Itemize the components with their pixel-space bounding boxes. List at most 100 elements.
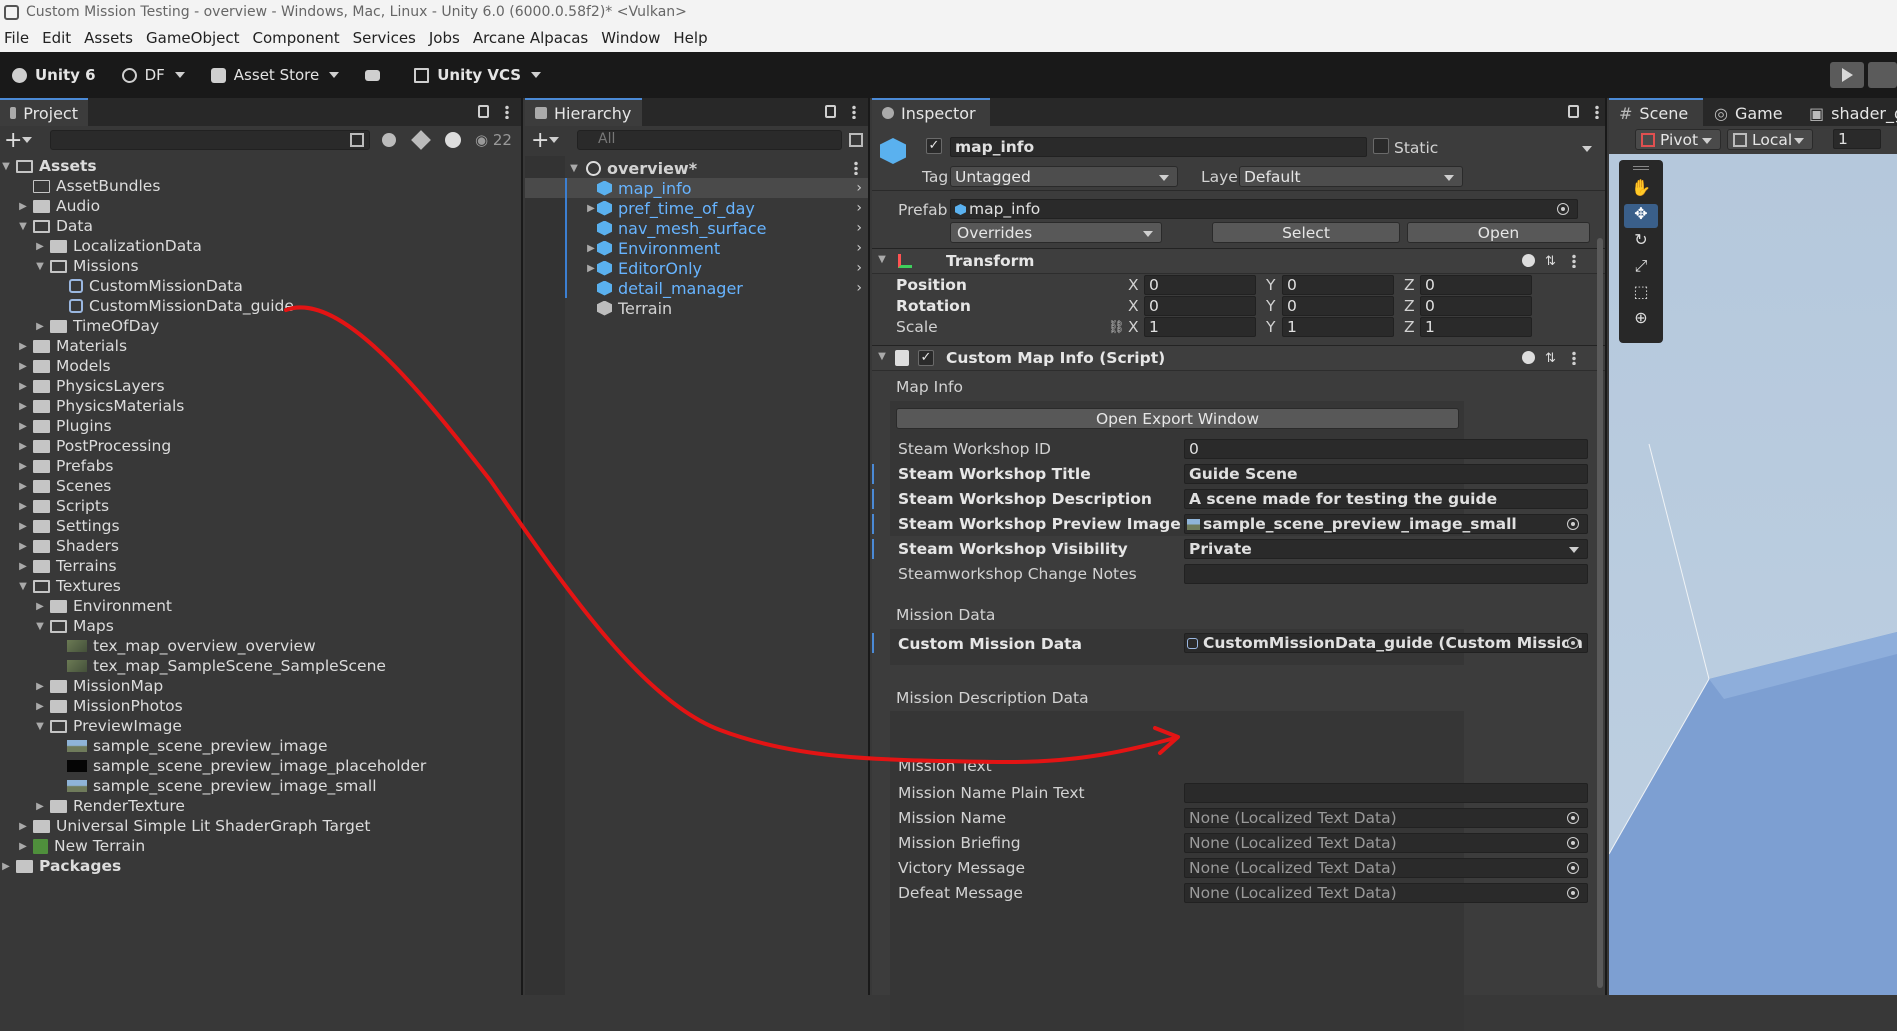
open-button[interactable]: Open (1407, 222, 1590, 243)
project-tree-item[interactable]: ▶Settings (0, 516, 521, 536)
expand-arrow-icon[interactable]: ▶ (17, 441, 29, 452)
project-tree-item[interactable]: ▶MissionMap (0, 676, 521, 696)
transform-y-field[interactable]: 0 (1282, 275, 1394, 295)
expand-arrow-icon[interactable]: ▶ (17, 521, 29, 532)
transform-z-field[interactable]: 1 (1420, 317, 1532, 337)
transform-tool-icon[interactable]: ⊕ (1624, 308, 1658, 332)
chevron-right-icon[interactable]: › (856, 260, 862, 276)
expand-arrow-icon[interactable]: ▶ (17, 481, 29, 492)
project-tree-item[interactable]: ▶Plugins (0, 416, 521, 436)
hierarchy-item[interactable]: ▶Environment› (525, 238, 868, 258)
object-picker-icon[interactable] (1557, 203, 1569, 215)
object-name-field[interactable]: map_info (950, 137, 1367, 157)
project-tree-item[interactable]: ▶MissionPhotos (0, 696, 521, 716)
transform-y-field[interactable]: 0 (1282, 296, 1394, 316)
expand-arrow-icon[interactable]: ▶ (585, 243, 597, 254)
expand-arrow-icon[interactable]: ▶ (585, 263, 597, 274)
more-options-icon[interactable] (1572, 254, 1576, 268)
more-options-icon[interactable] (505, 105, 509, 119)
expand-arrow-icon[interactable]: ▶ (34, 321, 46, 332)
menu-item[interactable]: Component (249, 29, 349, 47)
tab-project[interactable]: Project (0, 98, 88, 126)
add-icon[interactable]: + (531, 128, 549, 153)
type-filter-icon[interactable] (382, 133, 396, 147)
preset-icon[interactable]: ⇅ (1545, 351, 1556, 366)
script-field-input[interactable]: A scene made for testing the guide (1184, 489, 1588, 509)
transform-x-field[interactable]: 1 (1144, 317, 1256, 337)
expand-arrow-icon[interactable]: ▶ (34, 701, 46, 712)
transform-header[interactable]: ▼ Transform ⇅ (872, 248, 1605, 274)
open-export-window-button[interactable]: Open Export Window (896, 408, 1459, 429)
object-picker-icon[interactable] (1567, 637, 1579, 649)
expand-arrow-icon[interactable]: ▼ (34, 721, 46, 732)
scale-tool-icon[interactable]: ⤢ (1624, 256, 1658, 280)
lock-icon[interactable] (825, 105, 836, 118)
mission-text-field[interactable]: None (Localized Text Data) (1184, 883, 1588, 903)
expand-arrow-icon[interactable]: ▶ (17, 501, 29, 512)
hierarchy-item[interactable]: ▶EditorOnly› (525, 258, 868, 278)
menu-item[interactable]: Assets (80, 29, 142, 47)
expand-arrow-icon[interactable]: ▶ (17, 201, 29, 212)
chevron-down-icon[interactable] (1582, 146, 1592, 152)
project-tree-item[interactable]: ▼Missions (0, 256, 521, 276)
expand-arrow-icon[interactable]: ▼ (34, 261, 46, 272)
more-options-icon[interactable] (854, 161, 858, 175)
hierarchy-item[interactable]: detail_manager› (525, 278, 868, 298)
project-tree-item[interactable]: ▶Scripts (0, 496, 521, 516)
menu-item[interactable]: Window (597, 29, 669, 47)
expand-arrow-icon[interactable]: ▼ (17, 581, 29, 592)
object-picker-icon[interactable] (1567, 862, 1579, 874)
menu-item[interactable]: File (0, 29, 38, 47)
more-options-icon[interactable] (852, 105, 856, 119)
project-tree-item[interactable]: ▶PhysicsMaterials (0, 396, 521, 416)
mission-text-field[interactable]: None (Localized Text Data) (1184, 808, 1588, 828)
hidden-packages-icon[interactable]: ◉ 22 (475, 131, 512, 149)
static-checkbox[interactable] (1373, 138, 1389, 154)
expand-arrow-icon[interactable]: ▼ (34, 621, 46, 632)
project-tree-item[interactable]: sample_scene_preview_image_small (0, 776, 521, 796)
tab-game[interactable]: ◎Game (1704, 98, 1794, 126)
pause-button[interactable] (1868, 62, 1897, 88)
menu-item[interactable]: Jobs (425, 29, 469, 47)
expand-arrow-icon[interactable]: ▶ (17, 381, 29, 392)
tab-scene[interactable]: #Scene (1609, 98, 1703, 126)
expand-arrow-icon[interactable]: ▶ (17, 401, 29, 412)
chevron-right-icon[interactable]: › (856, 240, 862, 256)
hand-tool-icon[interactable]: ✋ (1624, 178, 1658, 202)
chevron-right-icon[interactable]: › (856, 280, 862, 296)
project-search-input[interactable] (50, 130, 370, 150)
overrides-dropdown[interactable]: Overrides (950, 222, 1162, 243)
project-tree-item[interactable]: AssetBundles (0, 176, 521, 196)
expand-arrow-icon[interactable]: ▶ (34, 681, 46, 692)
select-button[interactable]: Select (1212, 222, 1400, 243)
lock-icon[interactable] (478, 105, 489, 118)
object-picker-icon[interactable] (1567, 518, 1579, 530)
expand-arrow-icon[interactable]: ▶ (17, 541, 29, 552)
expand-arrow-icon[interactable]: ▶ (34, 601, 46, 612)
hierarchy-item[interactable]: map_info› (525, 178, 868, 198)
script-field-input[interactable]: sample_scene_preview_image_small (1184, 514, 1588, 534)
project-tree-item[interactable]: ▼PreviewImage (0, 716, 521, 736)
project-tree-item[interactable]: ▶Prefabs (0, 456, 521, 476)
active-checkbox[interactable]: ✓ (926, 138, 942, 154)
project-tree-item[interactable]: tex_map_SampleScene_SampleScene (0, 656, 521, 676)
object-picker-icon[interactable] (1567, 812, 1579, 824)
tag-dropdown[interactable]: Untagged (950, 166, 1178, 187)
expand-arrow-icon[interactable]: ▶ (0, 861, 12, 872)
rect-tool-icon[interactable]: ⬚ (1624, 282, 1658, 306)
chevron-down-icon[interactable] (22, 137, 32, 143)
object-picker-icon[interactable] (1567, 837, 1579, 849)
play-button[interactable] (1830, 62, 1864, 88)
project-tree-item[interactable]: ▶New Terrain (0, 836, 521, 856)
package-button[interactable] (365, 70, 388, 81)
warning-icon[interactable] (445, 132, 461, 148)
tab-hierarchy[interactable]: Hierarchy (525, 98, 642, 126)
script-field-input[interactable] (1184, 564, 1588, 584)
add-icon[interactable]: + (4, 128, 22, 153)
expand-arrow-icon[interactable]: ▶ (17, 561, 29, 572)
hierarchy-search-input[interactable]: All (577, 130, 842, 150)
project-tree-item[interactable]: sample_scene_preview_image (0, 736, 521, 756)
project-tree-item[interactable]: ▶Shaders (0, 536, 521, 556)
lock-icon[interactable] (1568, 105, 1579, 118)
expand-arrow-icon[interactable]: ▶ (17, 461, 29, 472)
